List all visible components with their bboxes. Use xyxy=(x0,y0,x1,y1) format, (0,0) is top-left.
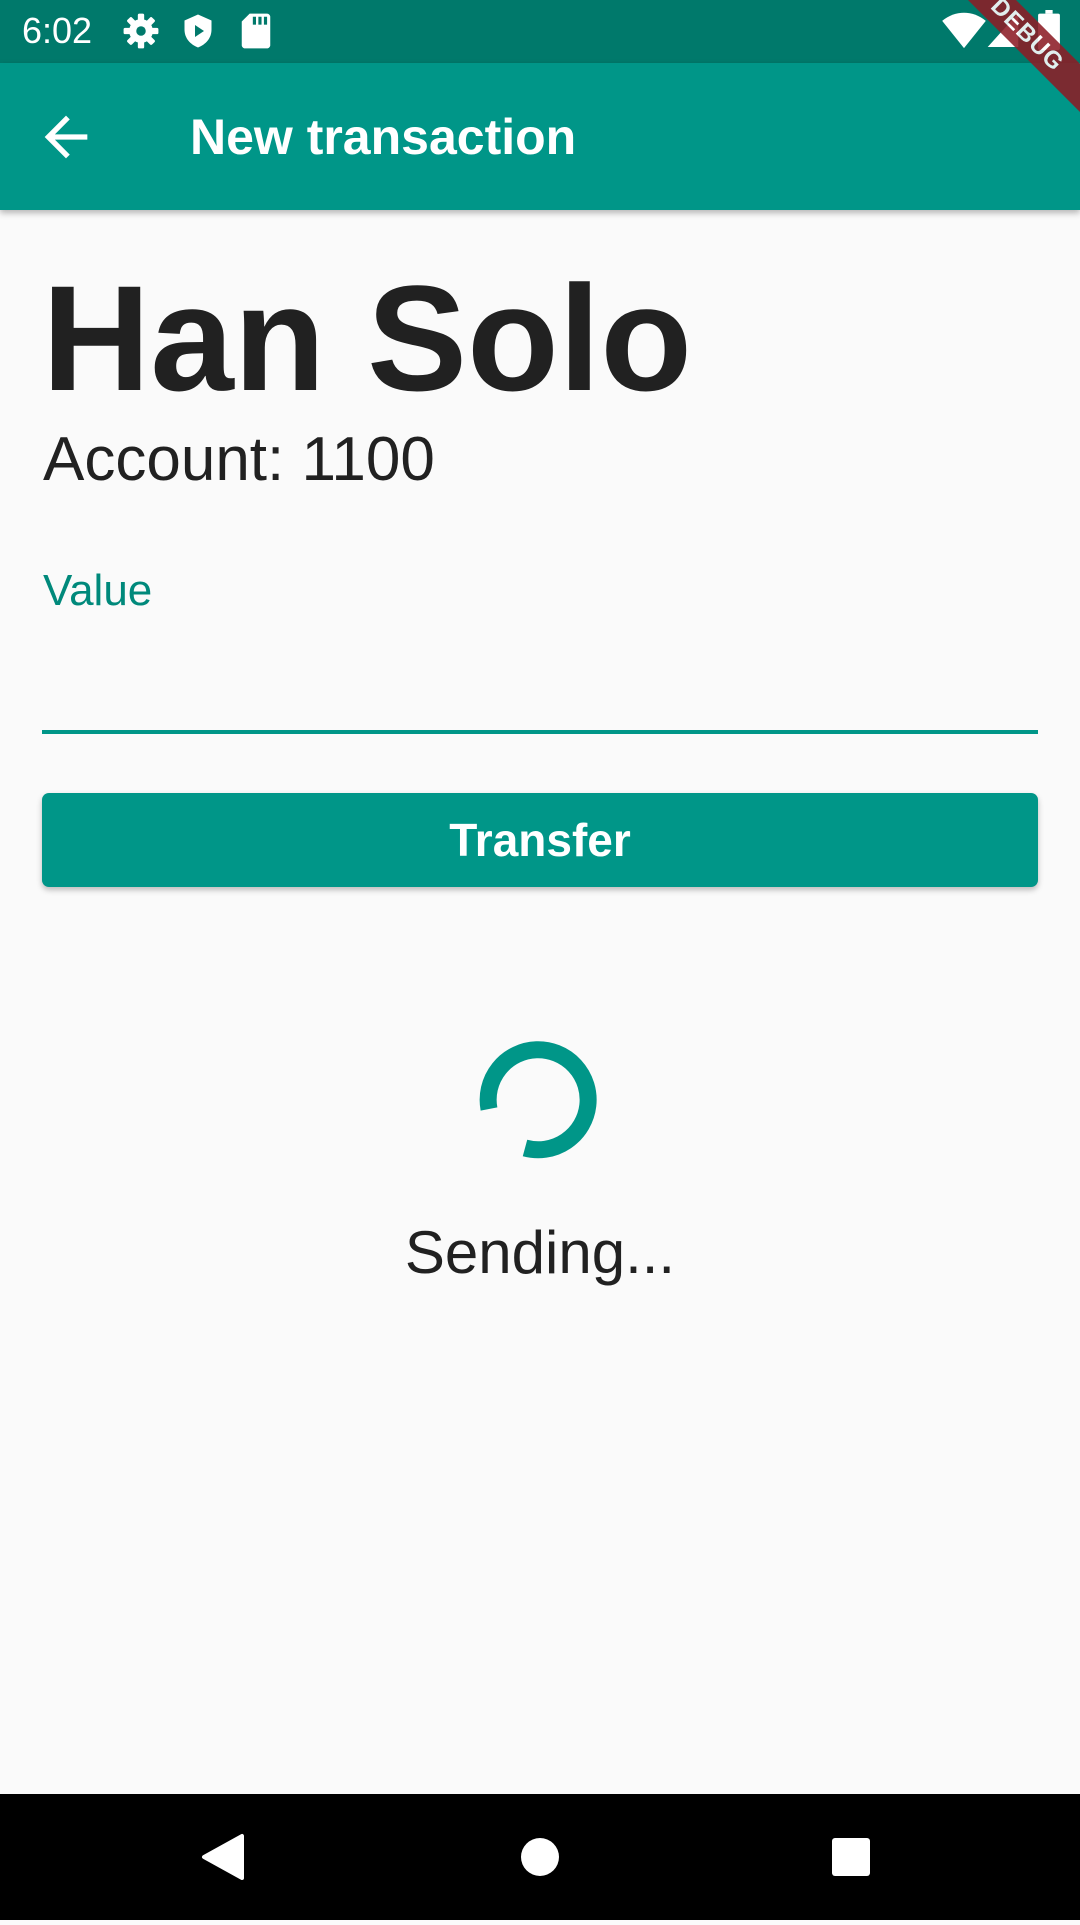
app-bar: New transaction xyxy=(0,63,1080,210)
account-number: Account: 1100 xyxy=(43,425,435,494)
transfer-button[interactable]: Transfer xyxy=(42,793,1038,887)
loading-spinner xyxy=(470,1040,610,1180)
value-input[interactable] xyxy=(42,630,1038,734)
system-navigation-bar xyxy=(0,1794,1080,1920)
settings-icon xyxy=(122,12,160,55)
back-button[interactable] xyxy=(34,105,114,169)
nav-recents-button[interactable] xyxy=(796,1794,906,1920)
sd-card-icon xyxy=(240,12,272,55)
value-field-label: Value xyxy=(43,566,153,615)
contact-name: Han Solo xyxy=(42,254,693,422)
sending-status-text: Sending... xyxy=(404,1219,676,1286)
page-title: New transaction xyxy=(190,109,577,165)
back-triangle-icon xyxy=(202,1834,244,1880)
wifi-icon xyxy=(942,10,986,55)
arrow-back-icon xyxy=(44,115,88,159)
nav-back-button[interactable] xyxy=(170,1794,280,1920)
nav-home-button[interactable] xyxy=(485,1794,595,1920)
play-shield-icon xyxy=(180,12,216,55)
home-circle-icon xyxy=(521,1838,559,1876)
status-bar: 6:02 xyxy=(0,0,1080,63)
status-time: 6:02 xyxy=(22,10,93,51)
recents-square-icon xyxy=(832,1838,870,1876)
